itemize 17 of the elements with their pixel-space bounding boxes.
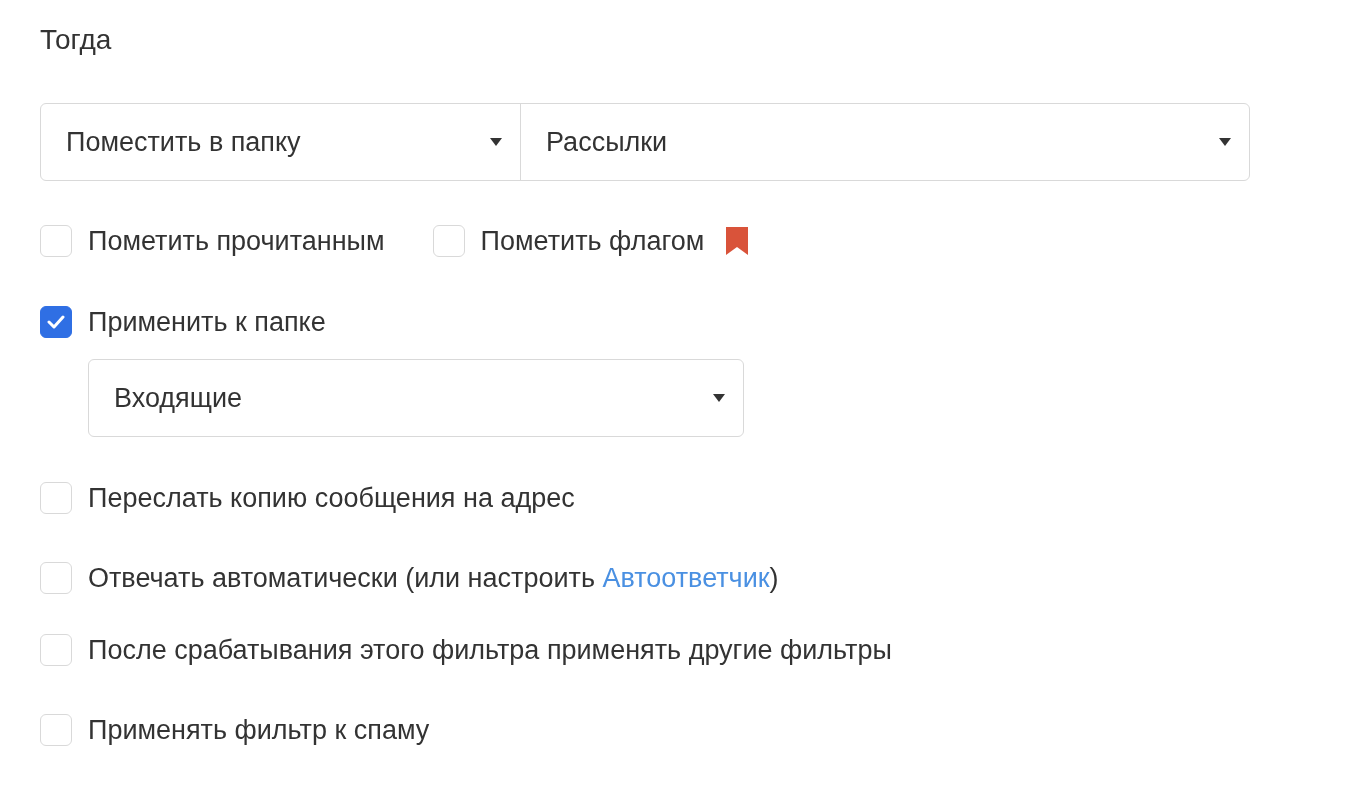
caret-icon [1219,138,1231,146]
dropdown[interactable]: Рассылки [521,104,1249,180]
checkbox[interactable] [40,306,72,338]
checkmark-icon [47,315,65,329]
checkbox-label: Применить к папке [88,305,326,339]
dropdown[interactable]: Поместить в папку [41,104,521,180]
checkbox-label: Применять фильтр к спаму [88,713,430,747]
checkbox-label: Пометить флагом [480,224,705,258]
caret-icon [713,394,725,402]
caret-icon [490,138,502,146]
checkbox-label: Пометить прочитанным [88,224,385,258]
checkbox-label: После срабатывания этого фильтра применять другие фильтры [88,633,892,667]
section-heading: Тогда [40,23,112,57]
bookmark-icon[interactable] [726,227,749,255]
checkbox-label: Переслать копию сообщения на адрес [88,481,575,515]
dropdown[interactable]: Входящие [88,359,744,437]
checkbox-label: Отвечать автоматически (или настроить Автоответчик) [88,561,779,595]
